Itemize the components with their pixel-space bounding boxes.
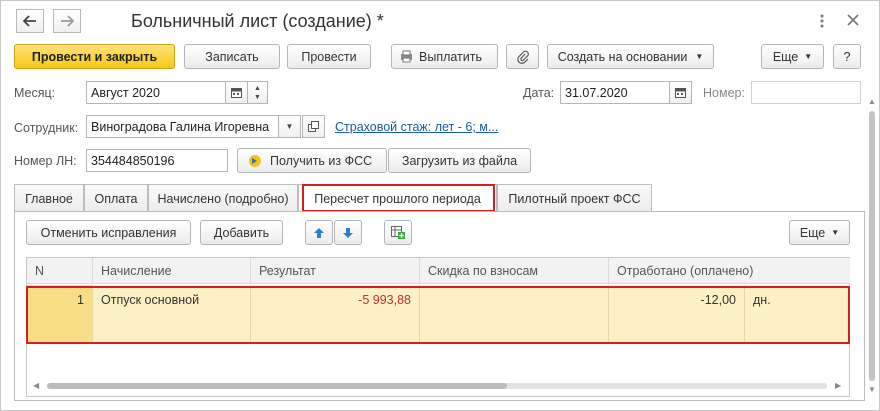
vertical-scrollbar[interactable]: ▲ ▼ bbox=[867, 97, 877, 397]
get-from-fss-button[interactable]: Получить из ФСС bbox=[237, 148, 387, 173]
scroll-down-icon[interactable]: ▼ bbox=[868, 385, 876, 394]
create-based-on-label: Создать на основании bbox=[557, 49, 688, 64]
chevron-down-icon: ▼ bbox=[804, 52, 813, 61]
window-title: Больничный лист (создание) * bbox=[131, 11, 384, 31]
panel-more-label: Еще bbox=[799, 225, 826, 240]
scroll-right-icon[interactable]: ▶ bbox=[835, 381, 841, 390]
number-input[interactable] bbox=[751, 81, 861, 104]
scroll-left-icon[interactable]: ◀ bbox=[33, 381, 39, 390]
employee-label: Сотрудник: bbox=[14, 121, 79, 135]
post-and-close-button[interactable]: Провести и закрыть bbox=[14, 44, 175, 69]
arrow-left-icon bbox=[23, 15, 36, 27]
spin-up-icon[interactable]: ▲ bbox=[254, 84, 261, 93]
get-from-fss-label: Получить из ФСС bbox=[270, 153, 373, 168]
month-input[interactable]: Август 2020 bbox=[86, 81, 226, 104]
row-highlight-frame bbox=[26, 286, 850, 344]
month-spinner[interactable]: ▲ ▼ bbox=[247, 81, 268, 104]
insurance-experience-link[interactable]: Страховой стаж: лет - 6; м... bbox=[335, 120, 498, 134]
calendar-icon bbox=[231, 88, 242, 98]
close-icon[interactable] bbox=[847, 14, 859, 26]
more-button[interactable]: Еще ▼ bbox=[761, 44, 824, 69]
vertical-scroll-thumb[interactable] bbox=[869, 111, 875, 381]
move-up-button[interactable] bbox=[305, 220, 333, 245]
help-button[interactable]: ? bbox=[833, 44, 861, 69]
calendar-button[interactable] bbox=[225, 81, 248, 104]
scroll-up-icon[interactable]: ▲ bbox=[868, 97, 876, 106]
table-add-icon bbox=[391, 226, 405, 239]
pay-label: Выплатить bbox=[419, 49, 483, 64]
tab-payment[interactable]: Оплата bbox=[84, 184, 148, 212]
column-header-discount[interactable]: Скидка по взносам bbox=[420, 258, 609, 284]
open-icon bbox=[308, 121, 319, 132]
column-header-result[interactable]: Результат bbox=[251, 258, 420, 284]
date-input[interactable]: 31.07.2020 bbox=[560, 81, 670, 104]
column-header-accrual[interactable]: Начисление bbox=[93, 258, 251, 284]
calendar-icon bbox=[675, 88, 686, 98]
arrow-up-icon bbox=[314, 227, 324, 238]
chevron-down-icon: ▼ bbox=[831, 228, 840, 237]
arrow-right-icon bbox=[61, 15, 74, 27]
add-button[interactable]: Добавить bbox=[200, 220, 283, 245]
column-header-n[interactable]: N bbox=[27, 258, 93, 284]
scroll-thumb[interactable] bbox=[47, 383, 507, 389]
more-actions-icon[interactable] bbox=[819, 13, 825, 29]
fss-icon bbox=[249, 154, 261, 167]
tab-main[interactable]: Главное bbox=[14, 184, 84, 212]
chevron-down-icon: ▼ bbox=[695, 52, 704, 61]
back-button[interactable] bbox=[16, 9, 44, 33]
move-down-button[interactable] bbox=[334, 220, 362, 245]
employee-input[interactable]: Виноградова Галина Игоревна bbox=[86, 115, 279, 138]
cancel-corrections-button[interactable]: Отменить исправления bbox=[26, 220, 191, 245]
horizontal-scrollbar[interactable]: ◀ ▶ bbox=[27, 379, 849, 393]
column-header-worked[interactable]: Отработано (оплачено) bbox=[609, 258, 850, 284]
load-from-file-button[interactable]: Загрузить из файла bbox=[388, 148, 531, 173]
create-based-on-button[interactable]: Создать на основании ▼ bbox=[547, 44, 714, 69]
pay-button[interactable]: Выплатить bbox=[391, 44, 498, 69]
ln-number-label: Номер ЛН: bbox=[14, 154, 77, 168]
forward-button[interactable] bbox=[53, 9, 81, 33]
more-label: Еще bbox=[772, 49, 799, 64]
date-label: Дата: bbox=[523, 86, 555, 100]
employee-open-button[interactable] bbox=[302, 115, 325, 138]
month-label: Месяц: bbox=[14, 86, 56, 100]
print-icon bbox=[401, 50, 412, 63]
tab-accrued-detail[interactable]: Начислено (подробно) bbox=[148, 184, 298, 212]
paperclip-icon bbox=[516, 50, 529, 64]
employee-dropdown-button[interactable]: ▼ bbox=[278, 115, 301, 138]
chevron-down-icon: ▼ bbox=[285, 122, 294, 131]
panel-more-button[interactable]: Еще ▼ bbox=[789, 220, 850, 245]
arrow-down-icon bbox=[343, 227, 353, 238]
tab-fss-pilot[interactable]: Пилотный проект ФСС bbox=[497, 184, 652, 212]
attach-button[interactable] bbox=[506, 44, 539, 69]
save-button[interactable]: Записать bbox=[184, 44, 280, 69]
number-label: Номер: bbox=[703, 86, 745, 100]
post-button[interactable]: Провести bbox=[287, 44, 371, 69]
table-settings-button[interactable] bbox=[384, 220, 412, 245]
document-window: Больничный лист (создание) * Провести и … bbox=[0, 0, 880, 411]
ln-number-input[interactable]: 354484850196 bbox=[86, 149, 228, 172]
tab-highlight-frame bbox=[302, 184, 495, 212]
spin-down-icon[interactable]: ▼ bbox=[254, 93, 261, 102]
date-calendar-button[interactable] bbox=[669, 81, 692, 104]
